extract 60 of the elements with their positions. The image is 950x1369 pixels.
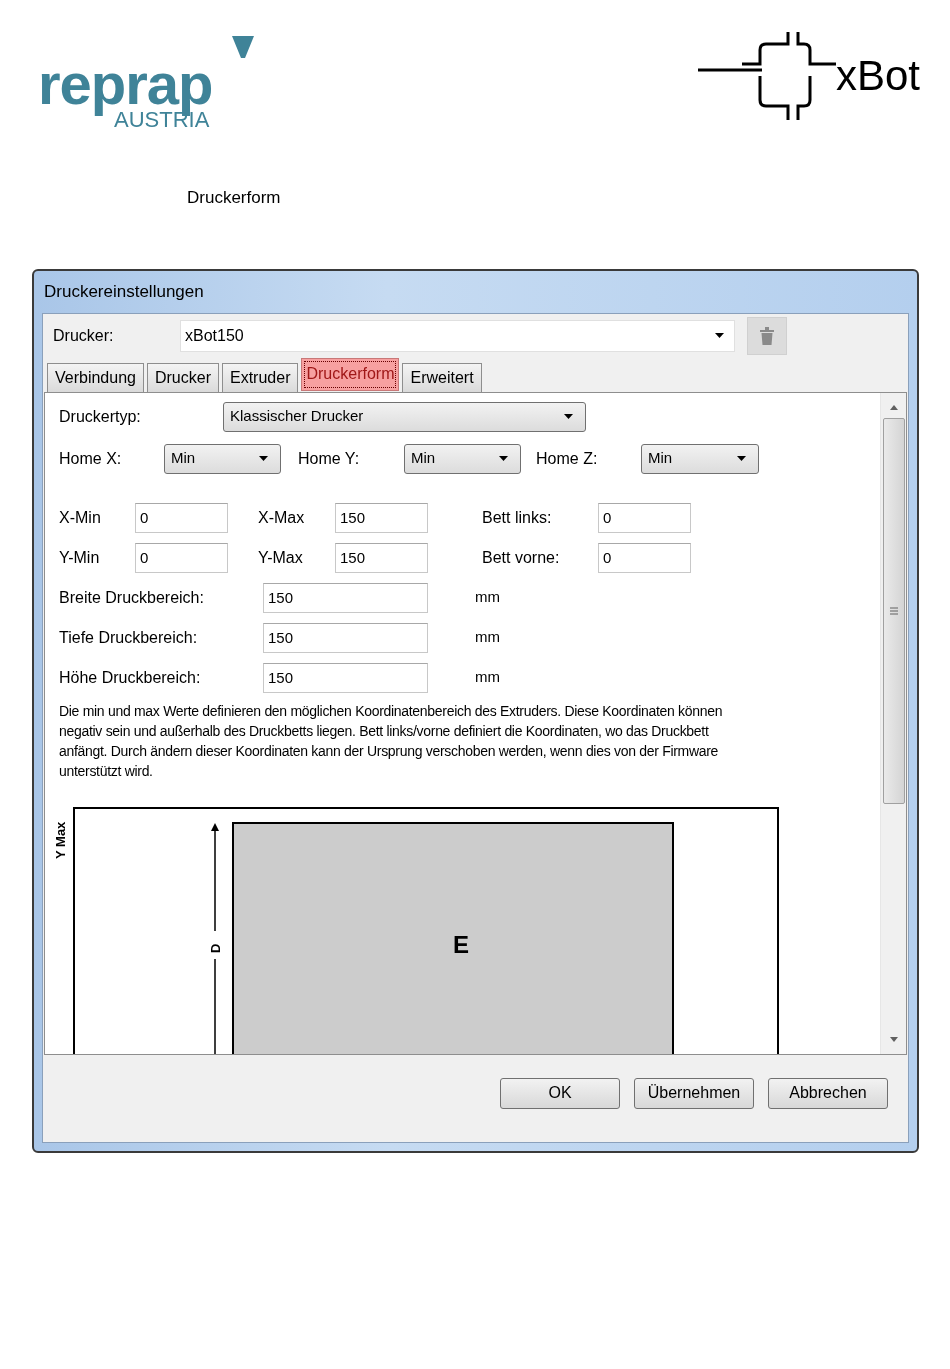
dimension-label: D <box>208 943 223 953</box>
window-title: Druckereinstellungen <box>44 280 204 303</box>
unit-label: mm <box>475 587 500 608</box>
dialog-button[interactable]: Übernehmen <box>634 1077 754 1109</box>
tab[interactable]: Erweitert <box>402 362 482 392</box>
input-field[interactable]: 150 <box>263 662 428 693</box>
tab[interactable]: Verbindung <box>47 362 144 392</box>
dropdown[interactable]: Min <box>404 443 521 474</box>
tab[interactable]: Extruder <box>222 362 299 392</box>
unit-label: mm <box>475 627 500 648</box>
input-field[interactable]: 150 <box>263 582 428 613</box>
field-label: Home Y: <box>298 448 361 469</box>
dropdown[interactable]: Min <box>164 443 281 474</box>
delete-button[interactable] <box>747 316 787 355</box>
dialog-button[interactable]: OK <box>500 1077 620 1109</box>
caret-icon <box>259 456 268 461</box>
field-label: Y-Min <box>59 547 101 568</box>
grip-icon <box>889 606 898 615</box>
caret-icon <box>499 456 508 461</box>
field-label: Home Z: <box>536 448 599 469</box>
input-field[interactable]: 150 <box>263 622 428 653</box>
trash-icon <box>760 326 774 345</box>
field-label: Bett links: <box>482 507 553 528</box>
input-field[interactable]: 0 <box>598 502 691 533</box>
printer-dropdown[interactable]: xBot150 <box>180 319 735 352</box>
field-label: Tiefe Druckbereich: <box>59 627 199 648</box>
input-field[interactable]: 0 <box>135 542 228 573</box>
input-field[interactable]: 0 <box>598 542 691 573</box>
field-label: Bett vorne: <box>482 547 561 568</box>
down-arrow-icon <box>889 1036 898 1042</box>
circuit-icon <box>697 30 838 122</box>
scroll-thumb[interactable] <box>882 417 905 804</box>
field-label: Y-Max <box>258 547 304 568</box>
field-label: X-Max <box>258 507 306 528</box>
dropdown[interactable]: Min <box>641 443 759 474</box>
field-label: Breite Druckbereich: <box>59 587 205 608</box>
bed-label: E <box>453 930 469 958</box>
tab[interactable]: Drucker <box>146 362 219 392</box>
dropdown[interactable]: Klassischer Drucker <box>223 401 586 432</box>
field-label: X-Min <box>59 507 102 528</box>
input-field[interactable]: 150 <box>335 542 428 573</box>
field-label: Druckertyp: <box>59 406 142 427</box>
section-heading: Druckerform <box>187 188 281 207</box>
description-text: Die min und max Werte definieren den möglichen Koordinatenbereich des Extruders. Diese Koordinaten können negativ sein und außerhalb des Druckbetts liegen. Bett links/vorne definiert die Koordinaten, wo das Druckbett anfängt. Durch ändern dieser Koordinaten kann der Ursprung verschoben werden, wenn dies von der Firmware unterstützt wird. <box>59 701 724 781</box>
caret-icon <box>715 332 724 338</box>
scrollbar[interactable] <box>880 392 906 1054</box>
caret-icon <box>564 414 573 419</box>
caret-icon <box>737 456 746 461</box>
tab[interactable]: Druckerform <box>301 357 400 391</box>
up-arrow-icon <box>889 404 898 410</box>
logo-wordmark: xBot <box>835 53 920 99</box>
unit-label: mm <box>475 667 500 688</box>
axis-label: Y Max <box>53 821 68 859</box>
dialog-button[interactable]: Abbrechen <box>768 1077 888 1109</box>
input-field[interactable]: 150 <box>335 502 428 533</box>
field-label: Drucker: <box>53 325 115 346</box>
input-field[interactable]: 0 <box>135 502 228 533</box>
nozzle-icon <box>232 36 254 58</box>
field-label: Home X: <box>59 448 123 469</box>
field-label: Höhe Druckbereich: <box>59 667 202 688</box>
